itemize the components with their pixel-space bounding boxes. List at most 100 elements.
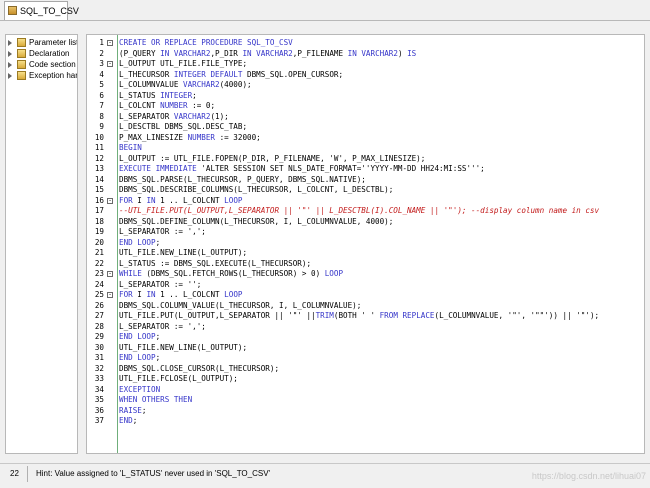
code-line[interactable]: 6 L_STATUS INTEGER; bbox=[87, 91, 644, 102]
line-number: 17 bbox=[94, 206, 104, 215]
tree-item-exception-handler[interactable]: Exception handler bbox=[8, 70, 77, 81]
code-token: DBMS_SQL.DESCRIBE_COLUMNS(L_THECURSOR, L… bbox=[119, 185, 394, 194]
code-line[interactable]: 22 L_STATUS := DBMS_SQL.EXECUTE(L_THECURS… bbox=[87, 259, 644, 270]
code-line[interactable]: 1- CREATE OR REPLACE PROCEDURE SQL_TO_CSV bbox=[87, 38, 644, 49]
code-token: L_SEPARATOR := ','; bbox=[119, 227, 206, 236]
line-number: 35 bbox=[94, 395, 104, 404]
code-line[interactable]: 18 DBMS_SQL.DEFINE_COLUMN(L_THECURSOR, I,… bbox=[87, 217, 644, 228]
code-line[interactable]: 4 L_THECURSOR INTEGER DEFAULT DBMS_SQL.OP… bbox=[87, 70, 644, 81]
tab-label: SQL_TO_CSV bbox=[20, 6, 79, 16]
code-text: FOR I IN 1 .. L_COLCNT LOOP bbox=[119, 196, 242, 207]
code-token: := 32000; bbox=[215, 132, 261, 142]
expand-icon[interactable] bbox=[8, 62, 12, 68]
code-token: (1); bbox=[210, 111, 229, 121]
code-line[interactable]: 14 DBMS_SQL.PARSE(L_THECURSOR, P_QUERY, D… bbox=[87, 175, 644, 186]
code-token: L_SEPARATOR bbox=[119, 111, 174, 121]
line-number: 37 bbox=[94, 416, 104, 425]
line-number: 26 bbox=[94, 300, 104, 310]
line-number: 2 bbox=[99, 48, 104, 58]
code-token: L_OUTPUT := UTL_FILE.FOPEN(P_DIR, P_FILE… bbox=[119, 153, 426, 163]
code-token: P_MAX_LINESIZE bbox=[119, 132, 188, 142]
code-text: EXCEPTION bbox=[119, 385, 160, 396]
code-line[interactable]: 29 END LOOP; bbox=[87, 332, 644, 343]
expand-icon[interactable] bbox=[8, 51, 12, 57]
code-line[interactable]: 28 L_SEPARATOR := ','; bbox=[87, 322, 644, 333]
code-token: UTL_FILE.NEW_LINE(L_OUTPUT); bbox=[119, 342, 248, 352]
code-token: I bbox=[132, 195, 147, 205]
expand-icon[interactable] bbox=[8, 73, 12, 79]
code-line[interactable]: 9 L_DESCTBL DBMS_SQL.DESC_TAB; bbox=[87, 122, 644, 133]
procedure-icon bbox=[8, 6, 17, 15]
code-line[interactable]: 31 END LOOP; bbox=[87, 353, 644, 364]
code-line[interactable]: 25- FOR I IN 1 .. L_COLCNT LOOP bbox=[87, 290, 644, 301]
code-line[interactable]: 16- FOR I IN 1 .. L_COLCNT LOOP bbox=[87, 196, 644, 207]
compiler-hint[interactable]: Hint: Value assigned to 'L_STATUS' never… bbox=[36, 469, 270, 478]
code-line[interactable]: 8 L_SEPARATOR VARCHAR2(1); bbox=[87, 112, 644, 123]
keyword-token: END LOOP bbox=[119, 332, 156, 341]
code-line[interactable]: 13 EXECUTE IMMEDIATE 'ALTER SESSION SET N… bbox=[87, 164, 644, 175]
code-line[interactable]: 37 END; bbox=[87, 416, 644, 427]
code-line[interactable]: 7 L_COLCNT NUMBER := 0; bbox=[87, 101, 644, 112]
code-line[interactable]: 23- WHILE (DBMS_SQL.FETCH_ROWS(L_THECURSO… bbox=[87, 269, 644, 280]
code-line[interactable]: 30 UTL_FILE.NEW_LINE(L_OUTPUT); bbox=[87, 343, 644, 354]
code-token: ; bbox=[192, 90, 197, 100]
code-line[interactable]: 15 DBMS_SQL.DESCRIBE_COLUMNS(L_THECURSOR,… bbox=[87, 185, 644, 196]
code-line[interactable]: 36 RAISE; bbox=[87, 406, 644, 417]
code-line[interactable]: 5 L_COLUMNVALUE VARCHAR2(4000); bbox=[87, 80, 644, 91]
code-line[interactable]: 20 END LOOP; bbox=[87, 238, 644, 249]
code-line[interactable]: 33 UTL_FILE.FCLOSE(L_OUTPUT); bbox=[87, 374, 644, 385]
line-number: 30 bbox=[94, 342, 104, 352]
keyword-token: INTEGER bbox=[160, 90, 193, 100]
code-token: (P_QUERY bbox=[119, 48, 161, 58]
code-token: L_SEPARATOR := ''; bbox=[119, 279, 202, 289]
line-number: 12 bbox=[94, 153, 104, 163]
code-token: ; bbox=[132, 416, 138, 425]
code-line[interactable]: 10 P_MAX_LINESIZE NUMBER := 32000; bbox=[87, 133, 644, 144]
code-line[interactable]: 21 UTL_FILE.NEW_LINE(L_OUTPUT); bbox=[87, 248, 644, 259]
code-text: L_DESCTBL DBMS_SQL.DESC_TAB; bbox=[119, 122, 247, 133]
line-number: 1 bbox=[99, 38, 104, 47]
code-line[interactable]: 3- L_OUTPUT UTL_FILE.FILE_TYPE; bbox=[87, 59, 644, 70]
code-line[interactable]: 32 DBMS_SQL.CLOSE_CURSOR(L_THECURSOR); bbox=[87, 364, 644, 375]
code-text: EXECUTE IMMEDIATE 'ALTER SESSION SET NLS… bbox=[119, 164, 485, 175]
keyword-token: EXECUTE IMMEDIATE bbox=[119, 164, 197, 173]
fold-toggle-icon[interactable]: - bbox=[107, 61, 113, 67]
tree-item-code-section[interactable]: Code section bbox=[8, 59, 77, 70]
code-text: L_STATUS INTEGER; bbox=[119, 91, 197, 102]
code-line[interactable]: 27 UTL_FILE.PUT(L_OUTPUT,L_SEPARATOR || '… bbox=[87, 311, 644, 322]
code-line[interactable]: 12 L_OUTPUT := UTL_FILE.FOPEN(P_DIR, P_FI… bbox=[87, 154, 644, 165]
code-token: ,P_FILENAME bbox=[292, 48, 348, 58]
keyword-token: IN bbox=[146, 195, 156, 205]
code-line[interactable]: 2 (P_QUERY IN VARCHAR2,P_DIR IN VARCHAR2,… bbox=[87, 49, 644, 60]
fold-toggle-icon[interactable]: - bbox=[107, 292, 113, 298]
code-token: DBMS_SQL.OPEN_CURSOR; bbox=[242, 69, 344, 79]
expand-icon[interactable] bbox=[8, 40, 12, 46]
code-text: --UTL_FILE.PUT(L_OUTPUT,L_SEPARATOR || '… bbox=[119, 206, 599, 217]
code-line[interactable]: 35 WHEN OTHERS THEN bbox=[87, 395, 644, 406]
tree-item-declaration[interactable]: Declaration bbox=[8, 48, 77, 59]
code-editor[interactable]: 1- CREATE OR REPLACE PROCEDURE SQL_TO_CSV… bbox=[86, 34, 645, 454]
code-text: END LOOP; bbox=[119, 353, 160, 364]
code-line[interactable]: 24 L_SEPARATOR := ''; bbox=[87, 280, 644, 291]
keyword-token: LOOP bbox=[224, 290, 243, 299]
code-token: L_OUTPUT UTL_FILE.FILE_TYPE; bbox=[119, 59, 248, 68]
code-text: END LOOP; bbox=[119, 238, 160, 249]
code-line[interactable]: 19 L_SEPARATOR := ','; bbox=[87, 227, 644, 238]
code-line[interactable]: 11 BEGIN bbox=[87, 143, 644, 154]
keyword-token: REPLACE bbox=[402, 311, 435, 320]
line-number: 3 bbox=[99, 59, 104, 68]
fold-toggle-icon[interactable]: - bbox=[107, 197, 113, 204]
watermark: https://blog.csdn.net/lihuai07 bbox=[531, 471, 646, 481]
fold-toggle-icon[interactable]: - bbox=[107, 40, 113, 46]
code-text: L_STATUS := DBMS_SQL.EXECUTE(L_THECURSOR… bbox=[119, 259, 311, 270]
tab-sql-to-csv[interactable]: SQL_TO_CSV bbox=[4, 1, 79, 20]
code-line[interactable]: 34 EXCEPTION bbox=[87, 385, 644, 396]
fold-toggle-icon[interactable]: - bbox=[107, 271, 113, 277]
code-line[interactable]: 17 --UTL_FILE.PUT(L_OUTPUT,L_SEPARATOR ||… bbox=[87, 206, 644, 217]
tree-item-parameter-list[interactable]: Parameter list bbox=[8, 37, 77, 48]
code-token: DBMS_SQL.DEFINE_COLUMN(L_THECURSOR, I, L… bbox=[119, 216, 394, 226]
code-token: (BOTH ' ' bbox=[333, 311, 380, 320]
code-text: P_MAX_LINESIZE NUMBER := 32000; bbox=[119, 133, 261, 144]
code-text: L_SEPARATOR := ''; bbox=[119, 280, 201, 291]
code-line[interactable]: 26 DBMS_SQL.COLUMN_VALUE(L_THECURSOR, I, … bbox=[87, 301, 644, 312]
